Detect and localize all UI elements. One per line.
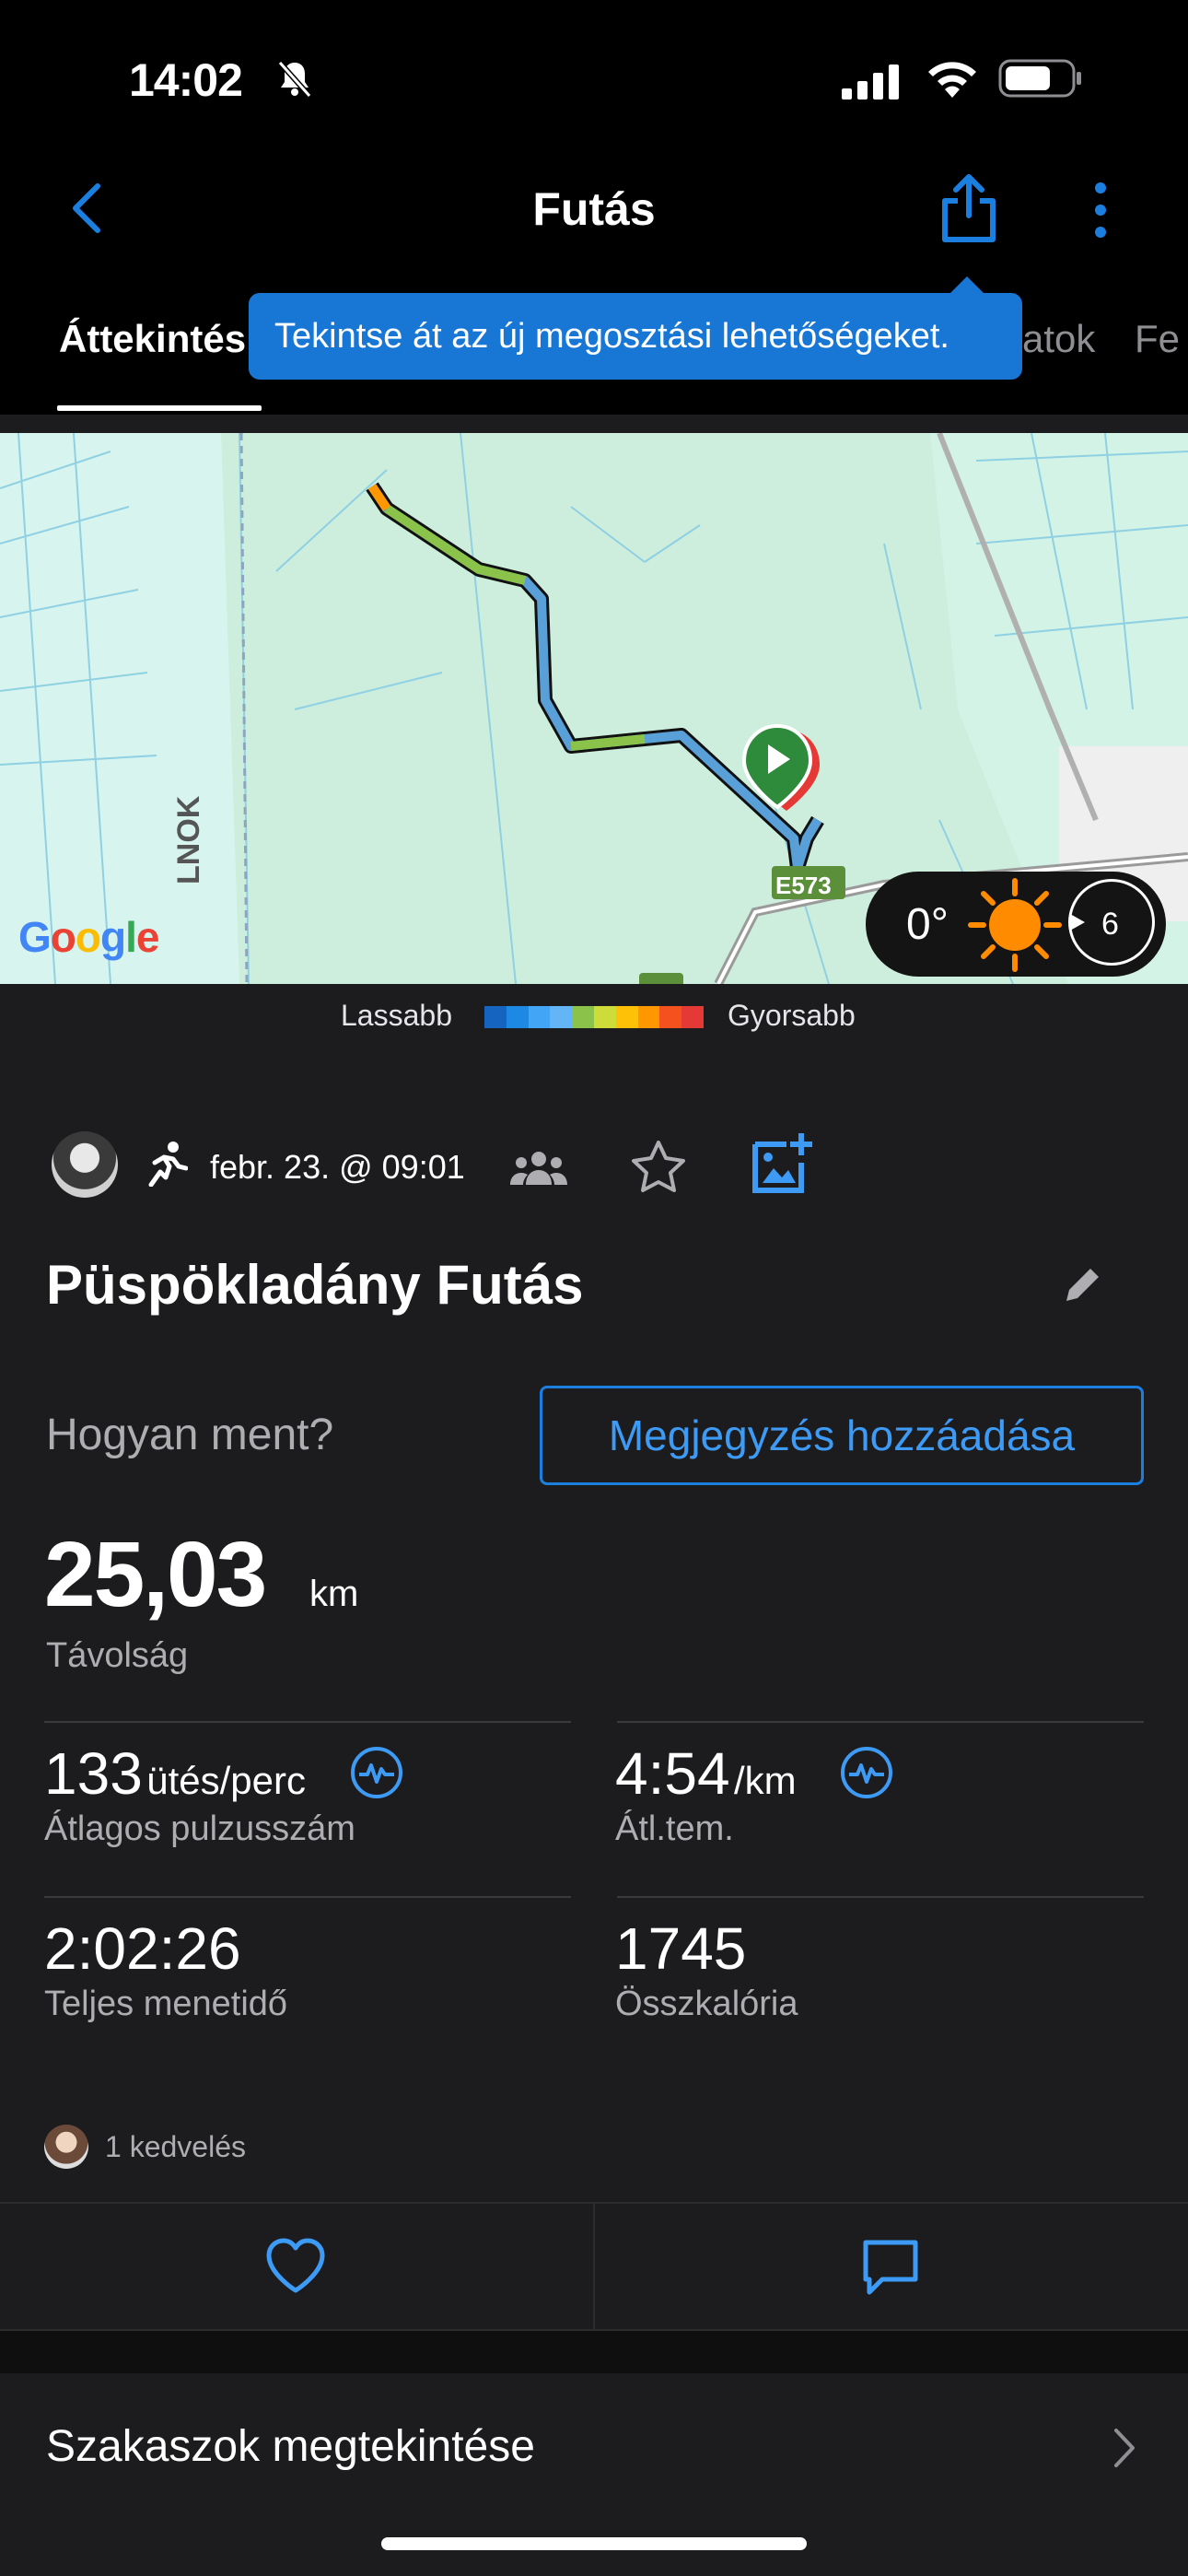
pace-unit: /km xyxy=(734,1759,797,1802)
running-icon xyxy=(148,1142,188,1187)
distance-value: 25,03 xyxy=(44,1523,267,1626)
activity-title: Püspökladány Futás xyxy=(46,1254,584,1316)
battery-icon xyxy=(998,59,1081,98)
legend-faster: Gyorsabb xyxy=(728,999,856,1032)
heart-rate-unit: ütés/perc xyxy=(146,1759,306,1802)
like-heart-icon[interactable] xyxy=(263,2237,328,2296)
activity-date: febr. 23. @ 09:01 xyxy=(210,1148,465,1186)
legend-color-stop xyxy=(615,1006,638,1028)
heart-rate-label: Átlagos pulzusszám xyxy=(44,1809,355,1848)
how-did-it-go-label: Hogyan ment? xyxy=(46,1411,334,1459)
pulse-chart-icon[interactable] xyxy=(350,1746,403,1799)
more-options-icon[interactable] xyxy=(1087,181,1114,240)
user-avatar[interactable] xyxy=(52,1131,118,1198)
legend-color-stop xyxy=(637,1006,660,1028)
tab-overview[interactable]: Áttekintés xyxy=(59,317,246,361)
share-icon[interactable] xyxy=(939,173,998,243)
sun-icon xyxy=(968,878,1062,972)
group-icon[interactable] xyxy=(510,1150,567,1187)
divider xyxy=(617,1896,1144,1898)
tab-partial[interactable]: Fe xyxy=(1135,317,1180,361)
tooltip-arrow xyxy=(949,276,985,295)
pace-value: 4:54 xyxy=(615,1740,730,1807)
liker-avatar[interactable] xyxy=(44,2125,88,2169)
legend-slower: Lassabb xyxy=(341,999,452,1032)
star-icon[interactable] xyxy=(628,1137,689,1198)
likes-count[interactable]: 1 kedvelés xyxy=(105,2130,246,2164)
tab-stats[interactable]: atok xyxy=(1022,317,1095,361)
calories-label: Összkalória xyxy=(615,1985,798,2023)
road-label: E573 xyxy=(775,872,832,899)
divider xyxy=(617,1721,1144,1723)
home-indicator[interactable] xyxy=(381,2537,807,2550)
add-photo-icon[interactable] xyxy=(750,1131,814,1196)
wind-direction-icon xyxy=(1070,914,1085,931)
legend-color-stop xyxy=(506,1006,529,1028)
view-segments-label: Szakaszok megtekintése xyxy=(46,2422,535,2471)
legend-color-stop xyxy=(659,1006,682,1028)
pace-label: Átl.tem. xyxy=(615,1809,734,1848)
divider xyxy=(44,1896,571,1898)
stat-pace[interactable]: 4:54 /km xyxy=(615,1739,797,1808)
legend-color-stop xyxy=(528,1006,551,1028)
edit-pencil-icon[interactable] xyxy=(1061,1262,1105,1306)
legend-color-stop xyxy=(484,1006,507,1028)
add-note-button[interactable]: Megjegyzés hozzáadása xyxy=(540,1386,1144,1485)
page-title: Futás xyxy=(532,183,656,235)
bell-muted-icon xyxy=(277,61,312,98)
legend-color-stop xyxy=(550,1006,573,1028)
total-time-value: 2:02:26 xyxy=(44,1915,241,1982)
heart-rate-value: 133 xyxy=(44,1740,143,1807)
chevron-right-icon xyxy=(1114,2429,1135,2467)
comment-icon[interactable] xyxy=(860,2237,921,2298)
section-gap xyxy=(0,2331,1188,2373)
stat-heart-rate[interactable]: 133 ütés/perc xyxy=(44,1739,306,1808)
divider xyxy=(44,1721,571,1723)
wind-speed: 6 xyxy=(1101,907,1119,942)
pace-legend-bar xyxy=(484,1006,704,1028)
google-logo: Google xyxy=(18,913,159,961)
pace-chart-icon[interactable] xyxy=(840,1746,893,1799)
distance-unit: km xyxy=(309,1574,359,1614)
map-place-label: LNOK xyxy=(171,795,206,884)
legend-color-stop xyxy=(572,1006,594,1028)
total-time-label: Teljes menetidő xyxy=(44,1985,288,2023)
temperature: 0° xyxy=(906,900,949,949)
status-time: 14:02 xyxy=(129,54,243,106)
action-divider xyxy=(593,2204,595,2329)
share-tooltip[interactable]: Tekintse át az új megosztási lehetőségek… xyxy=(249,293,1022,380)
cellular-signal-icon xyxy=(842,64,899,100)
legend-color-stop xyxy=(681,1006,704,1028)
distance-label: Távolság xyxy=(46,1636,189,1675)
tab-active-indicator xyxy=(57,405,262,411)
legend-color-stop xyxy=(593,1006,616,1028)
calories-value: 1745 xyxy=(615,1915,747,1982)
wifi-icon xyxy=(928,62,976,98)
